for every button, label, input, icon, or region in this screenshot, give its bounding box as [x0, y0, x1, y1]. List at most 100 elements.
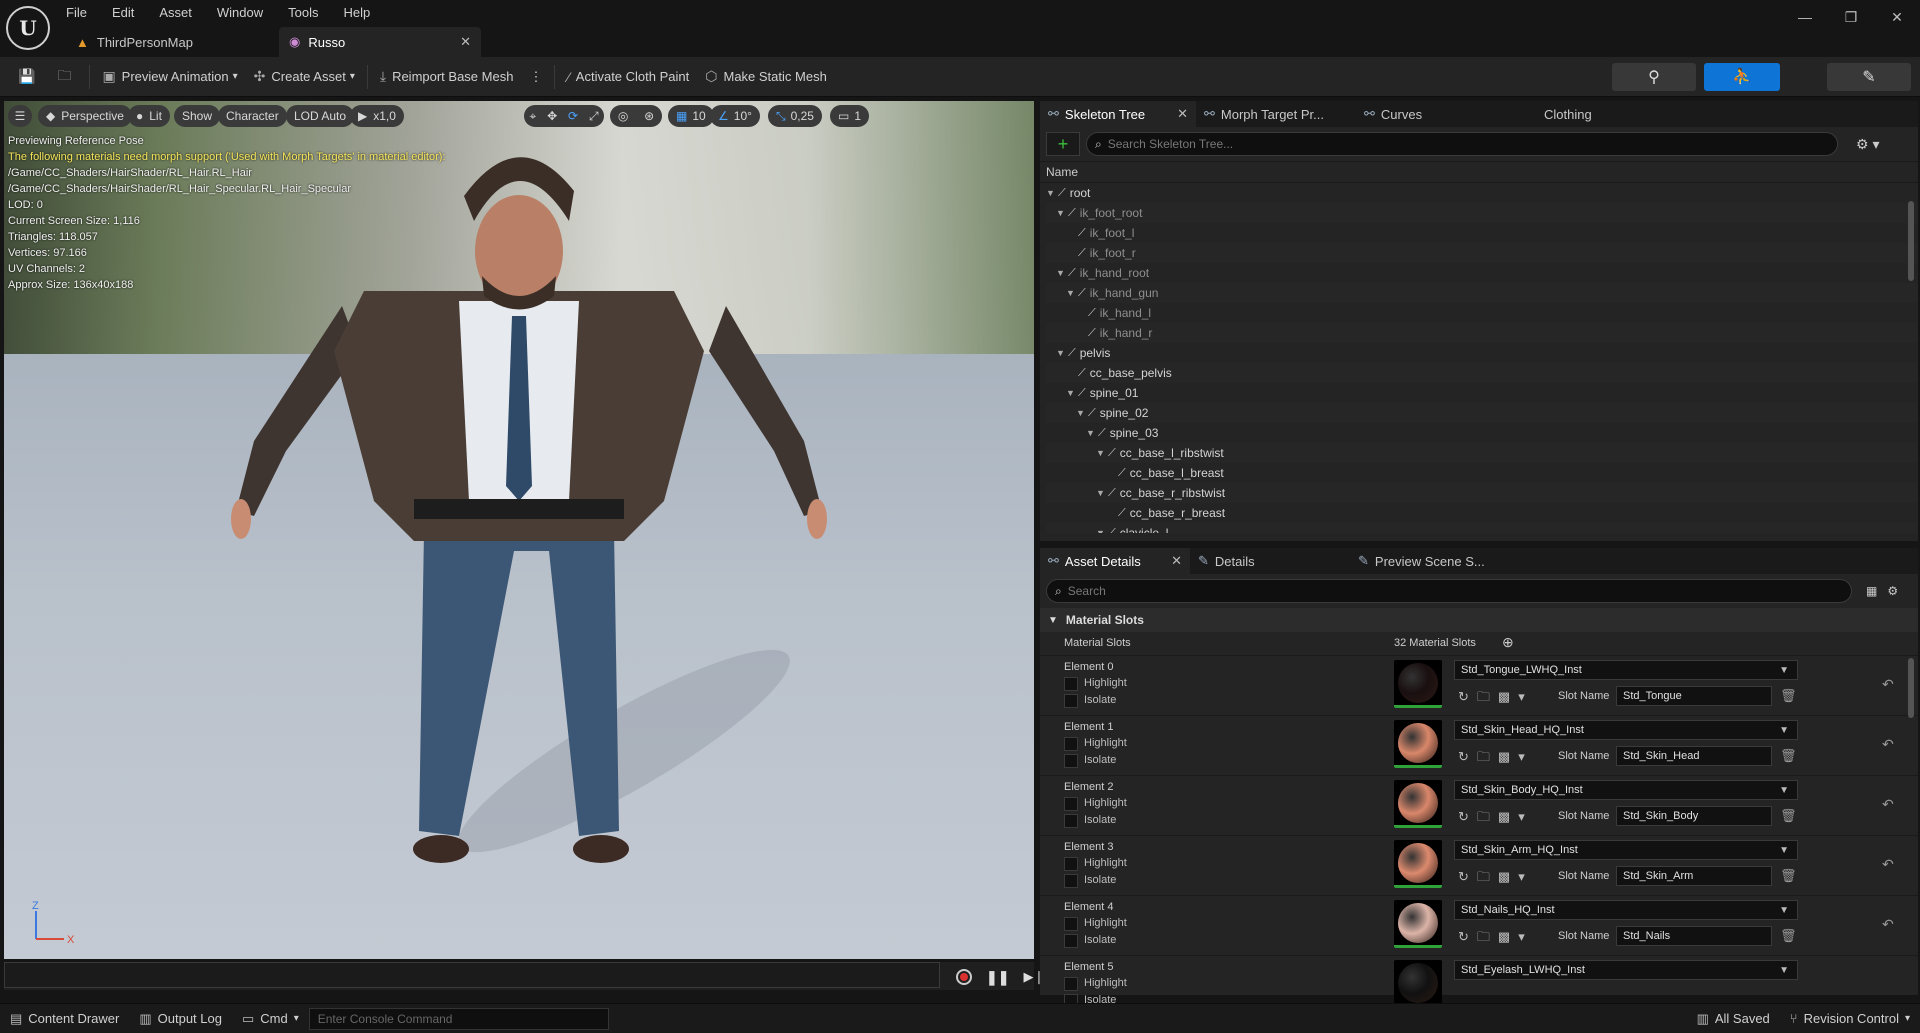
skeleton-mode-button[interactable]: ⚲: [1612, 63, 1696, 91]
material-dropdown[interactable]: Std_Tongue_LWHQ_Inst ▼: [1454, 660, 1798, 680]
material-thumbnail[interactable]: [1394, 960, 1442, 1006]
table-view-icon[interactable]: ▦: [1866, 584, 1877, 598]
unreal-logo[interactable]: U: [6, 6, 50, 50]
material-dropdown[interactable]: Std_Eyelash_LWHQ_Inst ▼: [1454, 960, 1798, 980]
texture-icon[interactable]: ▩▾: [1498, 749, 1533, 764]
bone-row[interactable]: ▼ ⟋ ik_hand_gun: [1046, 283, 1918, 303]
tab-russo[interactable]: ◉ Russo ✕: [279, 27, 481, 57]
show-button[interactable]: Show: [174, 105, 221, 127]
highlight-checkbox[interactable]: [1064, 857, 1078, 871]
expand-arrow-icon[interactable]: ▼: [1066, 288, 1076, 298]
tab-details[interactable]: ✎ Details: [1190, 548, 1350, 574]
lit-button[interactable]: ● Lit: [128, 105, 170, 127]
preview-viewport[interactable]: ☰ ◆ Perspective ● Lit Show Character LOD A…: [4, 101, 1034, 959]
trash-icon[interactable]: 🗑: [1780, 868, 1797, 884]
use-selected-icon[interactable]: ↻: [1458, 809, 1477, 824]
bone-row[interactable]: ⟋ ik_hand_l: [1046, 303, 1918, 323]
close-window-icon[interactable]: ✕: [1874, 0, 1920, 34]
material-slots-section[interactable]: ▼ Material Slots: [1040, 608, 1918, 632]
menu-asset[interactable]: Asset: [159, 5, 192, 20]
all-saved-button[interactable]: ▥ All Saved: [1687, 1004, 1780, 1033]
viewport-menu-button[interactable]: ☰: [8, 105, 32, 127]
camera-speed-button[interactable]: ▭ 1: [830, 105, 870, 127]
console-command-input[interactable]: Enter Console Command: [308, 1007, 609, 1030]
texture-icon[interactable]: ▩▾: [1498, 929, 1533, 944]
record-icon[interactable]: [956, 969, 972, 985]
highlight-checkbox[interactable]: [1064, 797, 1078, 811]
create-asset-button[interactable]: ✣ Create Asset ▾: [246, 63, 363, 91]
reimport-button[interactable]: ⤓ Reimport Base Mesh: [372, 63, 522, 91]
make-static-mesh-button[interactable]: ⬡ Make Static Mesh: [697, 63, 835, 91]
slot-name-input[interactable]: Std_Skin_Arm: [1616, 866, 1772, 886]
space-tools[interactable]: ◎ ⊛: [610, 105, 662, 127]
cloth-paint-button[interactable]: ⁄ Activate Cloth Paint: [559, 63, 697, 91]
bone-row[interactable]: ▼ ⟋ ik_hand_root: [1046, 263, 1918, 283]
close-icon[interactable]: ✕: [1177, 106, 1188, 122]
material-thumbnail[interactable]: [1394, 720, 1442, 768]
world-icon[interactable]: ◎: [618, 109, 628, 123]
reset-icon[interactable]: ↶: [1882, 676, 1894, 693]
output-log-button[interactable]: ▥ Output Log: [129, 1004, 232, 1033]
isolate-checkbox[interactable]: [1064, 934, 1078, 948]
expand-arrow-icon[interactable]: ▼: [1066, 388, 1076, 398]
trash-icon[interactable]: 🗑: [1780, 808, 1797, 824]
menu-window[interactable]: Window: [217, 5, 263, 20]
highlight-checkbox[interactable]: [1064, 977, 1078, 991]
perspective-button[interactable]: ◆ Perspective: [38, 105, 132, 127]
use-selected-icon[interactable]: ↻: [1458, 929, 1477, 944]
reset-icon[interactable]: ↶: [1882, 916, 1894, 933]
preview-animation-button[interactable]: ▣ Preview Animation ▾: [94, 63, 245, 91]
use-selected-icon[interactable]: ↻: [1458, 689, 1477, 704]
bone-row[interactable]: ▼ ⟋ spine_03: [1046, 423, 1918, 443]
expand-arrow-icon[interactable]: ▼: [1076, 408, 1086, 418]
material-dropdown[interactable]: Std_Skin_Head_HQ_Inst ▼: [1454, 720, 1798, 740]
use-selected-icon[interactable]: ↻: [1458, 749, 1477, 764]
tab-morph-target[interactable]: ⚯ Morph Target Pr...: [1196, 101, 1356, 127]
bone-row[interactable]: ▼ ⟋ root: [1046, 183, 1918, 203]
bone-row[interactable]: ▼ ⟋ ik_foot_root: [1046, 203, 1918, 223]
bone-row[interactable]: ⟋ cc_base_r_breast: [1046, 503, 1918, 523]
tab-preview-scene[interactable]: ✎ Preview Scene S...: [1350, 548, 1510, 574]
trash-icon[interactable]: 🗑: [1780, 928, 1797, 944]
slot-name-input[interactable]: Std_Tongue: [1616, 686, 1772, 706]
bone-row[interactable]: ⟋ ik_foot_l: [1046, 223, 1918, 243]
bone-row[interactable]: ⟋ ik_foot_r: [1046, 243, 1918, 263]
skeleton-search-input[interactable]: ⌕ Search Skeleton Tree...: [1086, 132, 1838, 156]
pause-icon[interactable]: ❚❚: [986, 969, 1009, 986]
timeline-scrubber[interactable]: [4, 962, 940, 988]
expand-arrow-icon[interactable]: ▼: [1096, 528, 1106, 533]
menu-help[interactable]: Help: [343, 5, 370, 20]
scale-icon[interactable]: ⤢: [589, 109, 599, 124]
use-selected-icon[interactable]: ↻: [1458, 869, 1477, 884]
reset-icon[interactable]: ↶: [1882, 856, 1894, 873]
material-dropdown[interactable]: Std_Skin_Body_HQ_Inst ▼: [1454, 780, 1798, 800]
reset-icon[interactable]: ↶: [1882, 736, 1894, 753]
bone-row[interactable]: ▼ ⟋ pelvis: [1046, 343, 1918, 363]
material-dropdown[interactable]: Std_Nails_HQ_Inst ▼: [1454, 900, 1798, 920]
expand-arrow-icon[interactable]: ▼: [1046, 188, 1056, 198]
rotate-icon[interactable]: ⟳: [568, 109, 578, 123]
trash-icon[interactable]: 🗑: [1780, 748, 1797, 764]
surface-snap-icon[interactable]: ⊛: [644, 109, 654, 123]
physics-mode-button[interactable]: ✎: [1827, 63, 1911, 91]
minimize-icon[interactable]: —: [1782, 0, 1828, 34]
expand-arrow-icon[interactable]: ▼: [1086, 428, 1096, 438]
content-drawer-button[interactable]: ▤ Content Drawer: [0, 1004, 129, 1033]
bone-row[interactable]: ▼ ⟋ cc_base_l_ribstwist: [1046, 443, 1918, 463]
browse-icon[interactable]: 🗀: [1477, 809, 1498, 824]
slot-name-input[interactable]: Std_Skin_Head: [1616, 746, 1772, 766]
revision-control-button[interactable]: ⑂ Revision Control ▾: [1780, 1004, 1920, 1033]
lod-button[interactable]: LOD Auto: [286, 105, 355, 127]
settings-icon[interactable]: ⚙ ▾: [1856, 136, 1879, 153]
close-icon[interactable]: ✕: [1171, 553, 1182, 569]
isolate-checkbox[interactable]: [1064, 814, 1078, 828]
menu-file[interactable]: File: [66, 5, 87, 20]
texture-icon[interactable]: ▩▾: [1498, 689, 1533, 704]
cmd-dropdown[interactable]: ▭ Cmd ▾: [232, 1004, 309, 1033]
tab-clothing[interactable]: Clothing: [1536, 101, 1656, 127]
rotation-snap-button[interactable]: ∠ 10°: [710, 105, 760, 127]
browse-icon[interactable]: 🗀: [1477, 929, 1498, 944]
tab-asset-details[interactable]: ⚯ Asset Details ✕: [1040, 548, 1190, 574]
playback-speed-button[interactable]: ▶ x1,0: [350, 105, 404, 127]
select-icon[interactable]: ⌖: [529, 109, 536, 124]
